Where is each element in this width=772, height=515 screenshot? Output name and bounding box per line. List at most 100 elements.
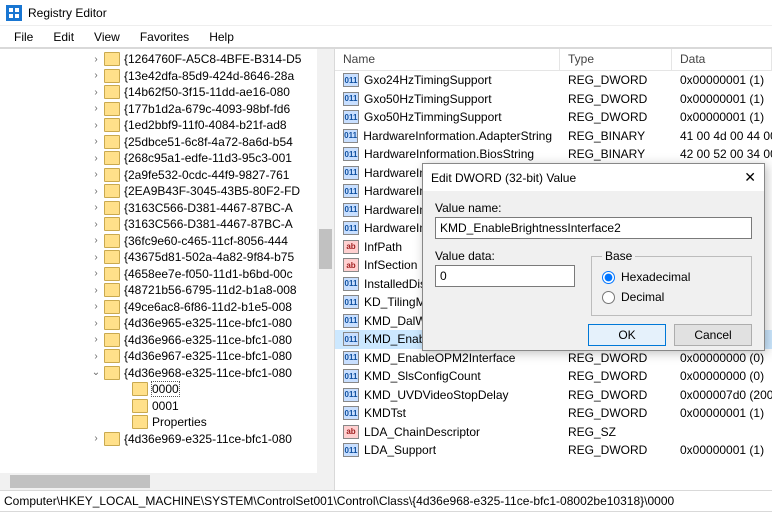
chevron-icon[interactable]: ›	[90, 103, 102, 114]
ok-button[interactable]: OK	[588, 324, 666, 346]
list-row[interactable]: 011HardwareInformation.BiosStringREG_BIN…	[335, 145, 772, 164]
menu-favorites[interactable]: Favorites	[130, 28, 199, 46]
chevron-icon[interactable]: ›	[90, 70, 102, 81]
tree-item[interactable]: ›{4658ee7e-f050-11d1-b6bd-00c	[0, 266, 334, 283]
chevron-icon[interactable]: ›	[90, 219, 102, 230]
chevron-icon[interactable]: ›	[90, 54, 102, 65]
list-row[interactable]: 011KMD_UVDVideoStopDelayREG_DWORD0x00000…	[335, 386, 772, 405]
folder-icon	[104, 234, 120, 248]
chevron-icon[interactable]: ›	[90, 351, 102, 362]
tree-item[interactable]: ›{4d36e967-e325-11ce-bfc1-080	[0, 348, 334, 365]
list-row[interactable]: 011LDA_SupportREG_DWORD0x00000001 (1)	[335, 441, 772, 460]
value-name: Gxo50HzTimmingSupport	[364, 110, 502, 124]
value-type: REG_DWORD	[560, 369, 672, 383]
tree-label: {268c95a1-edfe-11d3-95c3-001	[124, 151, 292, 165]
list-row[interactable]: 011Gxo50HzTimmingSupportREG_DWORD0x00000…	[335, 108, 772, 127]
list-row[interactable]: 011KMD_SlsConfigCountREG_DWORD0x00000000…	[335, 367, 772, 386]
menu-file[interactable]: File	[4, 28, 43, 46]
list-header: Name Type Data	[335, 49, 772, 71]
chevron-icon[interactable]: ›	[90, 433, 102, 444]
chevron-icon[interactable]: ›	[90, 169, 102, 180]
tree-label: {4d36e968-e325-11ce-bfc1-080	[124, 366, 292, 380]
value-icon: 011	[343, 351, 359, 365]
folder-icon	[132, 399, 148, 413]
chevron-icon[interactable]: ›	[90, 87, 102, 98]
chevron-icon[interactable]: ⌄	[90, 367, 102, 378]
list-row[interactable]: 011Gxo50HzTimingSupportREG_DWORD0x000000…	[335, 90, 772, 109]
cancel-button[interactable]: Cancel	[674, 324, 752, 346]
tree-item[interactable]: ›{2EA9B43F-3045-43B5-80F2-FD	[0, 183, 334, 200]
list-row[interactable]: 011Gxo24HzTimingSupportREG_DWORD0x000000…	[335, 71, 772, 90]
folder-icon	[104, 366, 120, 380]
tree-item[interactable]: ›{49ce6ac8-6f86-11d2-b1e5-008	[0, 299, 334, 316]
dialog-title: Edit DWORD (32-bit) Value	[431, 171, 576, 185]
menu-view[interactable]: View	[84, 28, 130, 46]
list-row[interactable]: abLDA_ChainDescriptorREG_SZ	[335, 423, 772, 442]
tree-item[interactable]: ›{14b62f50-3f15-11dd-ae16-080	[0, 84, 334, 101]
chevron-icon[interactable]: ›	[90, 301, 102, 312]
value-name-input[interactable]	[435, 217, 752, 239]
chevron-icon[interactable]: ›	[90, 186, 102, 197]
folder-icon	[104, 135, 120, 149]
menubar: File Edit View Favorites Help	[0, 26, 772, 48]
tree-label: {3163C566-D381-4467-87BC-A	[124, 201, 293, 215]
value-icon: 011	[343, 203, 359, 217]
edit-dword-dialog: Edit DWORD (32-bit) Value ✕ Value name: …	[422, 163, 765, 351]
tree-label: Properties	[152, 415, 207, 429]
radio-hex-label: Hexadecimal	[621, 270, 690, 284]
tree-item[interactable]: › {268c95a1-edfe-11d3-95c3-001	[0, 150, 334, 167]
chevron-icon[interactable]: ›	[90, 120, 102, 131]
menu-edit[interactable]: Edit	[43, 28, 84, 46]
chevron-icon[interactable]: ›	[90, 285, 102, 296]
tree-item[interactable]: ›0001	[0, 398, 334, 415]
col-type[interactable]: Type	[560, 49, 672, 70]
tree-item[interactable]: ›{48721b56-6795-11d2-b1a8-008	[0, 282, 334, 299]
folder-icon	[104, 118, 120, 132]
chevron-icon[interactable]: ›	[90, 268, 102, 279]
close-icon[interactable]: ✕	[744, 169, 756, 186]
tree-item[interactable]: ›{4d36e965-e325-11ce-bfc1-080	[0, 315, 334, 332]
tree-item[interactable]: › {3163C566-D381-4467-87BC-A	[0, 200, 334, 217]
statusbar: Computer\HKEY_LOCAL_MACHINE\SYSTEM\Contr…	[0, 490, 772, 512]
tree-item[interactable]: ›{4d36e966-e325-11ce-bfc1-080	[0, 332, 334, 349]
tree-item[interactable]: ›{177b1d2a-679c-4093-98bf-fd6	[0, 101, 334, 118]
tree-item[interactable]: ›Properties	[0, 414, 334, 431]
chevron-icon[interactable]: ›	[90, 235, 102, 246]
tree-item[interactable]: ›{13e42dfa-85d9-424d-8646-28a	[0, 68, 334, 85]
chevron-icon[interactable]: ›	[90, 318, 102, 329]
list-row[interactable]: 011KMDTstREG_DWORD0x00000001 (1)	[335, 404, 772, 423]
tree-item[interactable]: ⌄ {4d36e968-e325-11ce-bfc1-080	[0, 365, 334, 382]
radio-hex[interactable]: Hexadecimal	[602, 267, 741, 287]
tree-label: 0001	[152, 399, 179, 413]
value-name: KMD_UVDVideoStopDelay	[364, 388, 509, 402]
chevron-icon[interactable]: ›	[90, 252, 102, 263]
tree-scroll-h[interactable]	[0, 473, 317, 490]
tree-scroll-v[interactable]	[317, 49, 334, 490]
radio-hex-input[interactable]	[602, 271, 615, 284]
chevron-icon[interactable]: ›	[90, 334, 102, 345]
chevron-icon[interactable]: ›	[90, 202, 102, 213]
chevron-icon[interactable]: ›	[90, 136, 102, 147]
tree-item[interactable]: ›{2a9fe532-0cdc-44f9-9827-761	[0, 167, 334, 184]
tree-item[interactable]: ›{4d36e969-e325-11ce-bfc1-080	[0, 431, 334, 448]
radio-dec[interactable]: Decimal	[602, 287, 741, 307]
chevron-icon[interactable]: ›	[90, 153, 102, 164]
tree-item[interactable]: ›0000	[0, 381, 334, 398]
tree-item[interactable]: ›{1264760F-A5C8-4BFE-B314-D5	[0, 51, 334, 68]
menu-help[interactable]: Help	[199, 28, 244, 46]
list-row[interactable]: 011HardwareInformation.AdapterStringREG_…	[335, 127, 772, 146]
col-name[interactable]: Name	[335, 49, 560, 70]
value-data-input[interactable]	[435, 265, 575, 287]
tree-item[interactable]: ›{36fc9e60-c465-11cf-8056-444	[0, 233, 334, 250]
tree-item[interactable]: ›{3163C566-D381-4467-87BC-A	[0, 216, 334, 233]
status-path: Computer\HKEY_LOCAL_MACHINE\SYSTEM\Contr…	[4, 494, 674, 508]
col-data[interactable]: Data	[672, 49, 772, 70]
radio-dec-input[interactable]	[602, 291, 615, 304]
folder-icon	[104, 349, 120, 363]
value-icon: 011	[343, 110, 359, 124]
dialog-titlebar[interactable]: Edit DWORD (32-bit) Value ✕	[423, 164, 764, 191]
tree-item[interactable]: ›{25dbce51-6c8f-4a72-8a6d-b54	[0, 134, 334, 151]
tree-item[interactable]: ›{43675d81-502a-4a82-9f84-b75	[0, 249, 334, 266]
tree-item[interactable]: ›{1ed2bbf9-11f0-4084-b21f-ad8	[0, 117, 334, 134]
value-icon: 011	[343, 369, 359, 383]
